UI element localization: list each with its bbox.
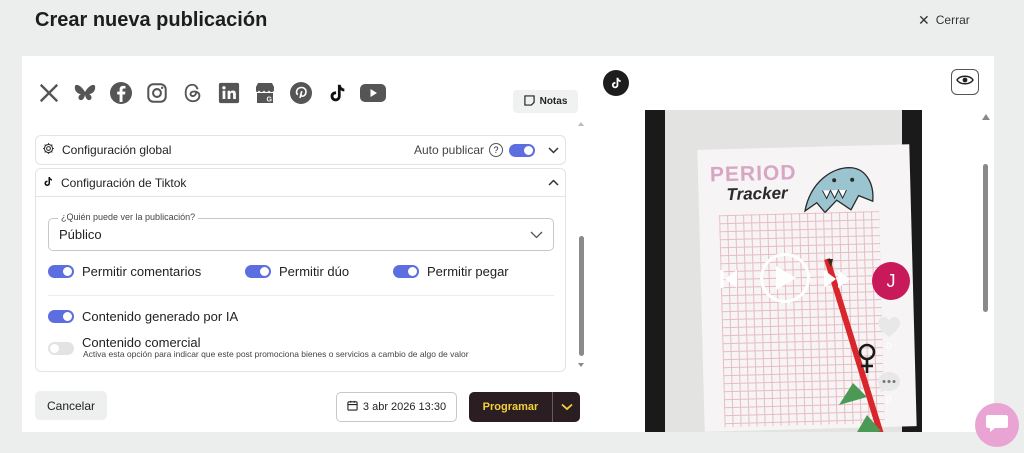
video-text-tracker: Tracker: [726, 183, 788, 205]
allow-comments-label: Permitir comentarios: [82, 264, 202, 279]
schedule-button[interactable]: Programar: [469, 392, 580, 422]
schedule-options-button[interactable]: [553, 403, 580, 411]
commercial-toggle[interactable]: [48, 342, 74, 355]
heart-icon[interactable]: [877, 316, 901, 338]
eye-icon: [956, 73, 974, 91]
date-value: 3 abr 2026 13:30: [362, 401, 447, 413]
tiktok-config-label: Configuración de Tiktok: [61, 175, 187, 190]
tiktok-icon[interactable]: [324, 80, 350, 106]
chevron-down-icon[interactable]: [547, 144, 559, 156]
scroll-down-arrow[interactable]: [578, 363, 584, 367]
close-icon: ✕: [918, 12, 930, 28]
comment-count: 0: [886, 395, 892, 406]
allow-duet-toggle[interactable]: [245, 265, 271, 278]
ai-content-label: Contenido generado por IA: [82, 309, 239, 324]
play-icon: [776, 266, 796, 290]
allow-duet-label: Permitir dúo: [279, 264, 350, 279]
venus-symbol-drawing: [858, 343, 876, 373]
commercial-label: Contenido comercial: [82, 335, 201, 350]
tiktok-config-panel: Configuración de Tiktok Público ¿Quién p…: [35, 168, 566, 372]
preview-scrollbar-thumb[interactable]: [983, 164, 988, 312]
youtube-icon[interactable]: [360, 80, 386, 106]
tiktok-icon: [42, 175, 54, 191]
ai-content-option: Contenido generado por IA: [48, 309, 238, 324]
global-config-label: Configuración global: [62, 143, 172, 157]
visibility-value: Público: [59, 227, 102, 242]
notes-label: Notas: [539, 96, 568, 107]
instagram-icon[interactable]: [144, 80, 170, 106]
chevron-up-icon[interactable]: [547, 177, 559, 189]
commercial-description: Activa esta opción para indicar que este…: [83, 349, 469, 359]
bluesky-icon[interactable]: [72, 80, 98, 106]
network-selector: G: [36, 80, 386, 106]
ai-content-toggle[interactable]: [48, 310, 74, 323]
visibility-select[interactable]: Público: [48, 218, 554, 251]
tiktok-logo-icon: [603, 70, 629, 96]
next-icon[interactable]: [822, 268, 854, 290]
chat-icon: [985, 413, 1009, 438]
play-button[interactable]: [760, 253, 810, 303]
like-count: 0: [886, 341, 892, 352]
preview-panel: PERIOD Tracker J 0 0: [589, 56, 994, 432]
allow-stitch-toggle[interactable]: [393, 265, 419, 278]
allow-comments-option: Permitir comentarios: [48, 264, 201, 279]
divider: [48, 295, 554, 296]
allow-comments-toggle[interactable]: [48, 265, 74, 278]
tiktok-config-header[interactable]: Configuración de Tiktok: [36, 169, 565, 197]
google-business-icon[interactable]: G: [252, 80, 278, 106]
linkedin-icon[interactable]: [216, 80, 242, 106]
page-title: Crear nueva publicación: [35, 9, 268, 31]
scroll-up-arrow[interactable]: [982, 114, 990, 120]
help-icon[interactable]: ?: [489, 143, 503, 157]
svg-text:G: G: [267, 97, 273, 104]
date-picker[interactable]: 3 abr 2026 13:30: [336, 392, 457, 422]
preview-eye-button[interactable]: [951, 69, 979, 95]
editor-panel: G Notas Configuración global Auto public…: [22, 56, 589, 432]
schedule-label[interactable]: Programar: [469, 392, 553, 422]
comment-icon[interactable]: [877, 370, 901, 394]
gear-icon: [42, 142, 55, 158]
visibility-label: ¿Quién puede ver la publicación?: [58, 212, 199, 222]
scrollbar-thumb[interactable]: [579, 236, 584, 356]
facebook-icon[interactable]: [108, 80, 134, 106]
threads-icon[interactable]: [180, 80, 206, 106]
close-label: Cerrar: [935, 13, 970, 27]
pinterest-icon[interactable]: [288, 80, 314, 106]
chat-button[interactable]: [975, 403, 1019, 447]
chevron-down-icon: [530, 227, 543, 242]
notes-button[interactable]: Notas: [513, 90, 578, 113]
note-icon: [523, 94, 535, 109]
global-config-row[interactable]: Configuración global Auto publicar ?: [35, 135, 566, 165]
allow-stitch-label: Permitir pegar: [427, 264, 509, 279]
close-button[interactable]: ✕ Cerrar: [918, 13, 970, 27]
avatar: J: [872, 262, 910, 300]
calendar-icon: [347, 400, 358, 414]
x-icon[interactable]: [36, 80, 62, 106]
auto-publish-label: Auto publicar: [413, 143, 484, 157]
previous-icon[interactable]: [719, 268, 739, 290]
allow-duet-option: Permitir dúo: [245, 264, 349, 279]
cancel-button[interactable]: Cancelar: [35, 391, 107, 420]
scroll-up-arrow[interactable]: [578, 122, 584, 126]
allow-stitch-option: Permitir pegar: [393, 264, 509, 279]
auto-publish-toggle[interactable]: [509, 143, 535, 157]
